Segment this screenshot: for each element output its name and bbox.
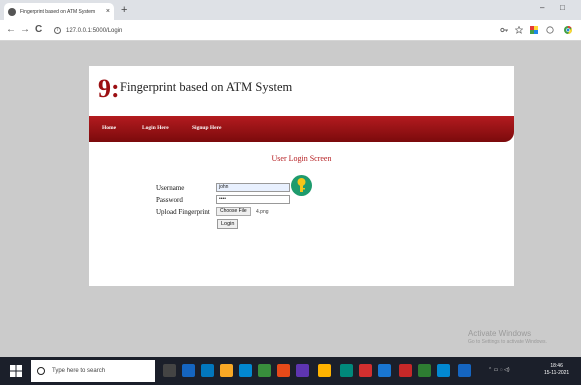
watermark-subtitle: Go to Settings to activate Windows. bbox=[468, 339, 547, 345]
app-icon-7[interactable] bbox=[378, 364, 391, 377]
app-icon-3[interactable] bbox=[296, 364, 309, 377]
password-key-icon[interactable] bbox=[291, 175, 312, 196]
tray-icons[interactable]: ⌃ ▭ ◌ ◁) bbox=[488, 367, 510, 373]
activate-windows-watermark: Activate Windows Go to Settings to activ… bbox=[468, 329, 547, 345]
forward-button[interactable]: → bbox=[20, 23, 30, 37]
taskbar-search[interactable]: Type here to search bbox=[31, 360, 155, 382]
windows-start-icon[interactable] bbox=[10, 365, 22, 377]
fingerprint-label: Upload Fingerprint bbox=[156, 208, 210, 216]
app-icon-6[interactable] bbox=[359, 364, 372, 377]
clock-date: 15-11-2021 bbox=[544, 370, 570, 376]
file-explorer-icon[interactable] bbox=[220, 364, 233, 377]
app-icon-2[interactable] bbox=[277, 364, 290, 377]
chrome-icon[interactable] bbox=[564, 26, 572, 34]
edge-icon[interactable] bbox=[182, 364, 195, 377]
bookmark-star-icon[interactable] bbox=[515, 26, 523, 34]
app-icon-10[interactable] bbox=[437, 364, 450, 377]
page-viewport: 9: Fingerprint based on ATM System Home … bbox=[0, 41, 581, 357]
taskbar-search-placeholder: Type here to search bbox=[52, 368, 106, 374]
key-icon[interactable] bbox=[500, 26, 508, 34]
info-icon[interactable]: i bbox=[54, 27, 61, 34]
choose-file-button[interactable]: Choose File bbox=[216, 207, 251, 216]
app-icon-4[interactable] bbox=[318, 364, 331, 377]
selected-file-name: 4.png bbox=[256, 209, 269, 215]
tab-title: Fingerprint based on ATM System bbox=[20, 8, 96, 15]
maximize-button[interactable]: □ bbox=[560, 3, 565, 12]
app-icon-9[interactable] bbox=[418, 364, 431, 377]
app-icon-1[interactable] bbox=[258, 364, 271, 377]
new-tab-button[interactable]: + bbox=[121, 3, 127, 17]
tab-close-icon[interactable]: × bbox=[106, 8, 110, 15]
address-url: 127.0.0.1:5000/Login bbox=[66, 27, 123, 34]
windows-taskbar: Type here to search ⌃ ▭ ◌ ◁) 18:46 15-11… bbox=[0, 357, 581, 385]
site-title: Fingerprint based on ATM System bbox=[120, 80, 293, 94]
nav-home[interactable]: Home bbox=[102, 125, 116, 131]
ie-icon[interactable] bbox=[201, 364, 214, 377]
address-bar[interactable]: i 127.0.0.1:5000/Login bbox=[54, 24, 474, 37]
taskbar-clock[interactable]: 18:46 15-11-2021 bbox=[544, 363, 569, 377]
login-button[interactable]: Login bbox=[217, 219, 239, 229]
password-input[interactable]: •••• bbox=[216, 195, 290, 204]
site-container: 9: Fingerprint based on ATM System Home … bbox=[89, 66, 514, 286]
username-label: Username bbox=[156, 184, 185, 192]
cortana-icon bbox=[37, 367, 45, 375]
app-icon-8[interactable] bbox=[399, 364, 412, 377]
task-view-icon[interactable] bbox=[163, 364, 176, 377]
clock-time: 18:46 bbox=[550, 363, 563, 369]
browser-tab-bar: Fingerprint based on ATM System × + – □ bbox=[0, 0, 581, 20]
password-label: Password bbox=[156, 196, 183, 204]
favicon-icon bbox=[8, 7, 16, 16]
app-icon-11[interactable] bbox=[458, 364, 471, 377]
store-icon[interactable] bbox=[239, 364, 252, 377]
username-input[interactable]: john bbox=[216, 183, 290, 192]
nav-login[interactable]: Login Here bbox=[142, 125, 169, 131]
minimize-button[interactable]: – bbox=[540, 3, 544, 12]
login-heading: User Login Screen bbox=[271, 154, 332, 163]
watermark-title: Activate Windows bbox=[468, 329, 532, 338]
reload-button[interactable]: C bbox=[35, 23, 42, 37]
nav-signup[interactable]: Signup Here bbox=[192, 125, 221, 131]
back-button[interactable]: ← bbox=[6, 23, 16, 37]
browser-toolbar: ← → C i 127.0.0.1:5000/Login bbox=[0, 20, 581, 41]
extension-icon[interactable] bbox=[530, 26, 538, 34]
app-icon-5[interactable] bbox=[340, 364, 353, 377]
site-header: 9: Fingerprint based on ATM System bbox=[89, 66, 514, 112]
profile-icon[interactable] bbox=[546, 26, 554, 34]
site-logo: 9: bbox=[98, 74, 120, 103]
main-nav: Home Login Here Signup Here bbox=[89, 116, 514, 142]
browser-tab[interactable]: Fingerprint based on ATM System × bbox=[4, 3, 114, 20]
